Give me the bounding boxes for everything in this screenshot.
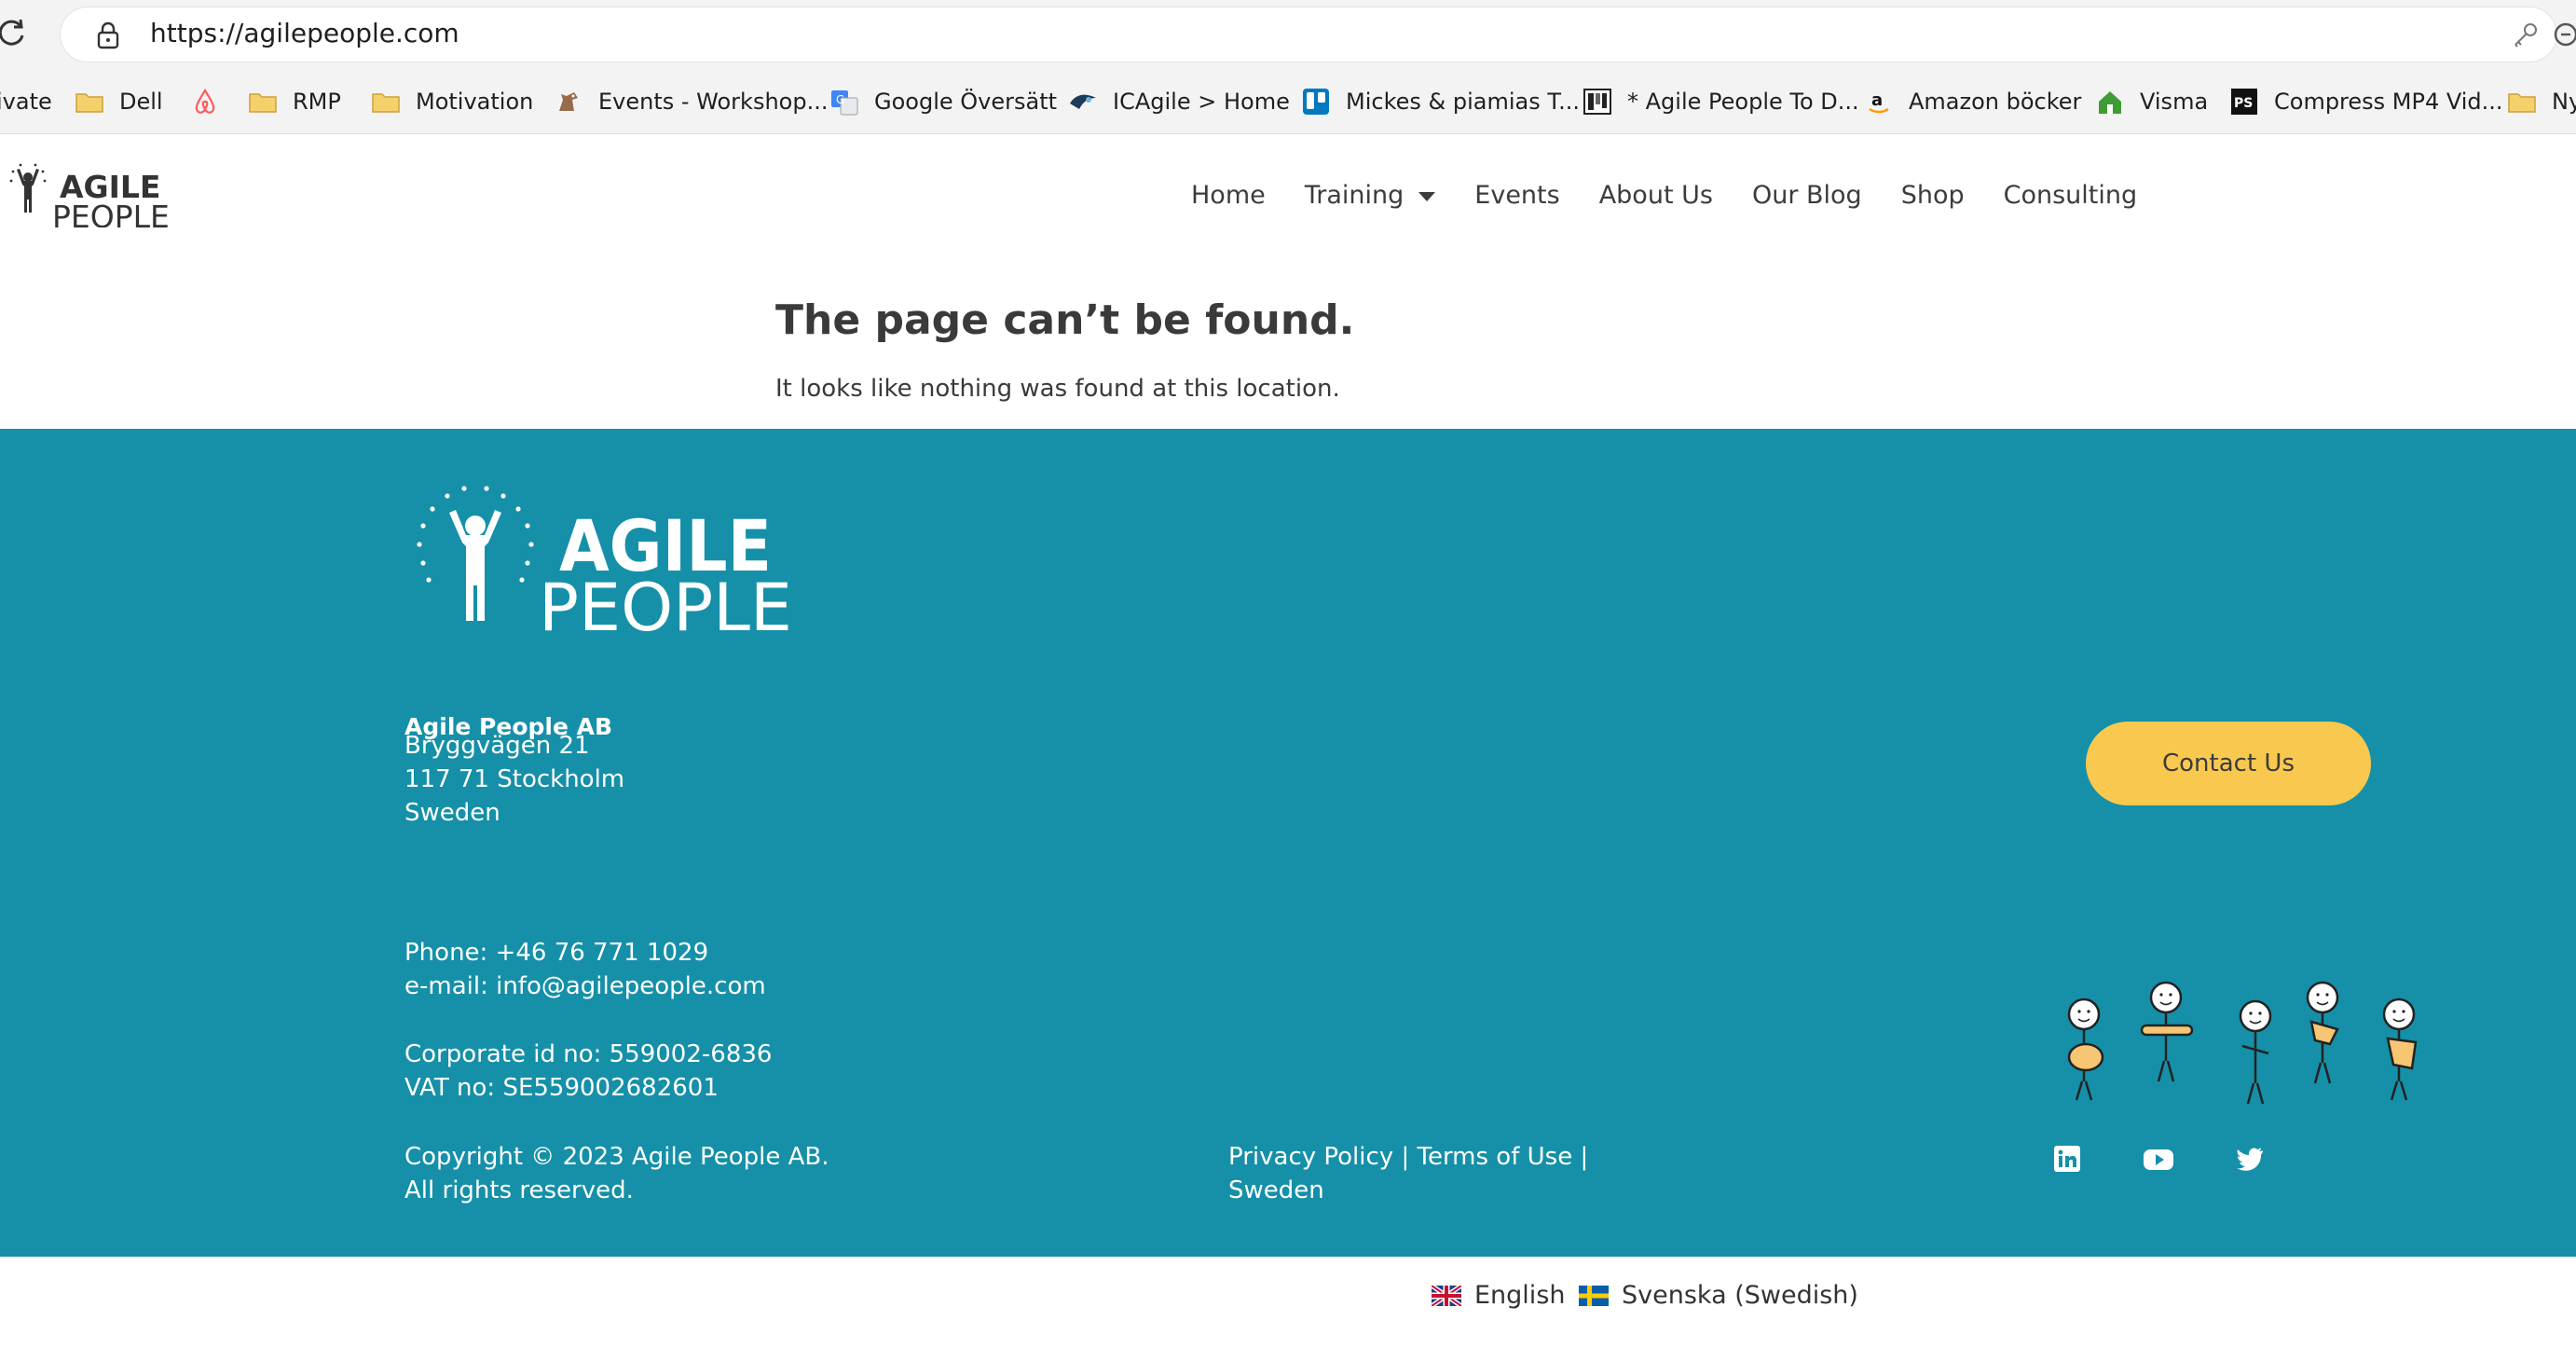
linkedin-icon[interactable] (2050, 1142, 2084, 1176)
caret-down-icon[interactable] (1418, 191, 1436, 201)
main-nav: Home Training Events About Us Our Blog S… (1191, 181, 2176, 210)
svg-text:PS: PS (2234, 96, 2253, 111)
phone-text[interactable]: Phone: +46 76 771 1029 (404, 936, 708, 970)
bookmark-compress-mp4[interactable]: PS Compress MP4 Vid... (2229, 83, 2503, 120)
nav-home[interactable]: Home (1191, 181, 1266, 210)
bookmark-label: ivate (0, 89, 52, 115)
browser-toolbar: https://agilepeople.com (0, 0, 2576, 70)
footer-logo-people: PEOPLE (539, 570, 792, 645)
folder-icon (249, 93, 277, 113)
nav-training-label: Training (1304, 181, 1404, 210)
bookmark-events-workshop[interactable]: Events - Workshop... (554, 83, 828, 120)
site-logo[interactable]: AGILE PEOPLE (0, 153, 168, 227)
address-street: Bryggvägen 21 (404, 732, 590, 760)
folder-icon (75, 93, 103, 113)
bookmark-agile-people-todo[interactable]: * Agile People To D... (1583, 83, 1859, 120)
nav-our-blog[interactable]: Our Blog (1752, 181, 1862, 210)
contact-us-button[interactable]: Contact Us (2086, 722, 2371, 805)
icagile-icon (1070, 94, 1096, 109)
bookmark-airbnb[interactable] (190, 83, 235, 120)
ps-icon: PS (2231, 89, 2257, 115)
legal-links-sweden[interactable]: Sweden (1228, 1174, 1324, 1207)
url-text[interactable]: https://agilepeople.com (150, 18, 459, 48)
nav-shop[interactable]: Shop (1901, 181, 1965, 210)
amazon-icon: a (1869, 90, 1889, 114)
site-header: AGILE PEOPLE Home Training Events About … (0, 134, 2576, 255)
bookmark-label: Motivation (416, 89, 534, 115)
footer-logo[interactable]: AGILE PEOPLE (408, 477, 800, 645)
site-footer: AGILE PEOPLE Agile People AB Bryggvägen … (0, 429, 2576, 1257)
bookmark-label: Visma (2140, 89, 2209, 115)
twitter-icon[interactable] (2233, 1142, 2267, 1176)
bookmark-dell[interactable]: Dell (75, 83, 163, 120)
lock-icon[interactable] (94, 21, 122, 50)
bookmark-label: Events - Workshop... (598, 89, 829, 115)
bookmark-label: Dell (119, 89, 163, 115)
bookmark-ny[interactable]: Ny (2507, 83, 2576, 120)
bookmark-label: Google Översätt (874, 89, 1058, 115)
bookmark-visma[interactable]: Visma (2095, 83, 2208, 120)
vat-number: VAT no: SE559002682601 (404, 1074, 719, 1102)
language-label: English (1474, 1281, 1566, 1310)
airbnb-icon (195, 88, 215, 114)
address-city: 117 71 Stockholm (404, 765, 625, 793)
svg-text:a: a (1871, 90, 1883, 110)
nav-events[interactable]: Events (1474, 181, 1559, 210)
corporate-id: Corporate id no: 559002-6836 (404, 1040, 773, 1068)
youtube-icon[interactable] (2142, 1142, 2175, 1176)
bookmark-google-translate[interactable]: G Google Översätt (829, 83, 1057, 120)
bookmark-label: RMP (293, 89, 341, 115)
language-english[interactable]: English (1432, 1281, 1566, 1310)
horse-icon (559, 92, 578, 111)
legal-links[interactable]: Privacy Policy | Terms of Use | (1228, 1140, 1588, 1174)
reload-icon[interactable] (0, 17, 28, 50)
zoom-icon[interactable] (2552, 21, 2576, 48)
bookmark-label: ICAgile > Home (1113, 89, 1290, 115)
uk-flag-icon (1432, 1285, 1461, 1306)
stick-figures-illustration (2067, 981, 2418, 1105)
bookmark-label: Ny (2552, 89, 2576, 115)
todo-icon (1583, 89, 1611, 115)
bookmark-label: Mickes & piamias T... (1346, 89, 1581, 115)
nav-consulting[interactable]: Consulting (2004, 181, 2138, 210)
bookmark-label: * Agile People To D... (1627, 89, 1859, 115)
address-bar[interactable]: https://agilepeople.com (60, 7, 2557, 62)
svg-text:G: G (836, 93, 844, 106)
language-swedish[interactable]: Svenska (Swedish) (1579, 1281, 1858, 1310)
sweden-flag-icon (1579, 1285, 1609, 1306)
logo-text-people: PEOPLE (52, 199, 168, 227)
bookmark-icagile[interactable]: ICAgile > Home (1068, 83, 1290, 120)
nav-training[interactable]: Training (1305, 181, 1436, 210)
language-label: Svenska (Swedish) (1622, 1281, 1858, 1310)
visma-house-icon (2099, 91, 2121, 114)
key-icon[interactable] (2510, 21, 2540, 50)
bookmark-label: Amazon böcker (1909, 89, 2082, 115)
bookmark-trello[interactable]: Mickes & piamias T... (1301, 83, 1580, 120)
bookmark-rmp[interactable]: RMP (248, 83, 341, 120)
email-text[interactable]: e-mail: info@agilepeople.com (404, 970, 766, 1003)
bookmark-motivation[interactable]: Motivation (371, 83, 533, 120)
address-country: Sweden (404, 799, 500, 827)
language-switcher: English Svenska (Swedish) (0, 1257, 2576, 1362)
nav-about-us[interactable]: About Us (1599, 181, 1713, 210)
folder-icon (2508, 93, 2536, 113)
page-title: The page can’t be found. (775, 296, 1355, 344)
bookmark-amazon[interactable]: a Amazon böcker (1864, 83, 2081, 120)
copyright-line1: Copyright © 2023 Agile People AB. (404, 1143, 829, 1171)
folder-icon (372, 93, 400, 113)
bookmarks-bar: ivate Dell RMP Motivation Events - Works… (0, 70, 2576, 134)
copyright-line2: All rights reserved. (404, 1176, 634, 1204)
bookmark-private[interactable]: ivate (0, 83, 52, 120)
not-found-message: It looks like nothing was found at this … (775, 375, 1340, 403)
bookmark-label: Compress MP4 Vid... (2274, 89, 2503, 115)
trello-icon (1303, 89, 1329, 115)
google-translate-icon: G (831, 90, 858, 116)
